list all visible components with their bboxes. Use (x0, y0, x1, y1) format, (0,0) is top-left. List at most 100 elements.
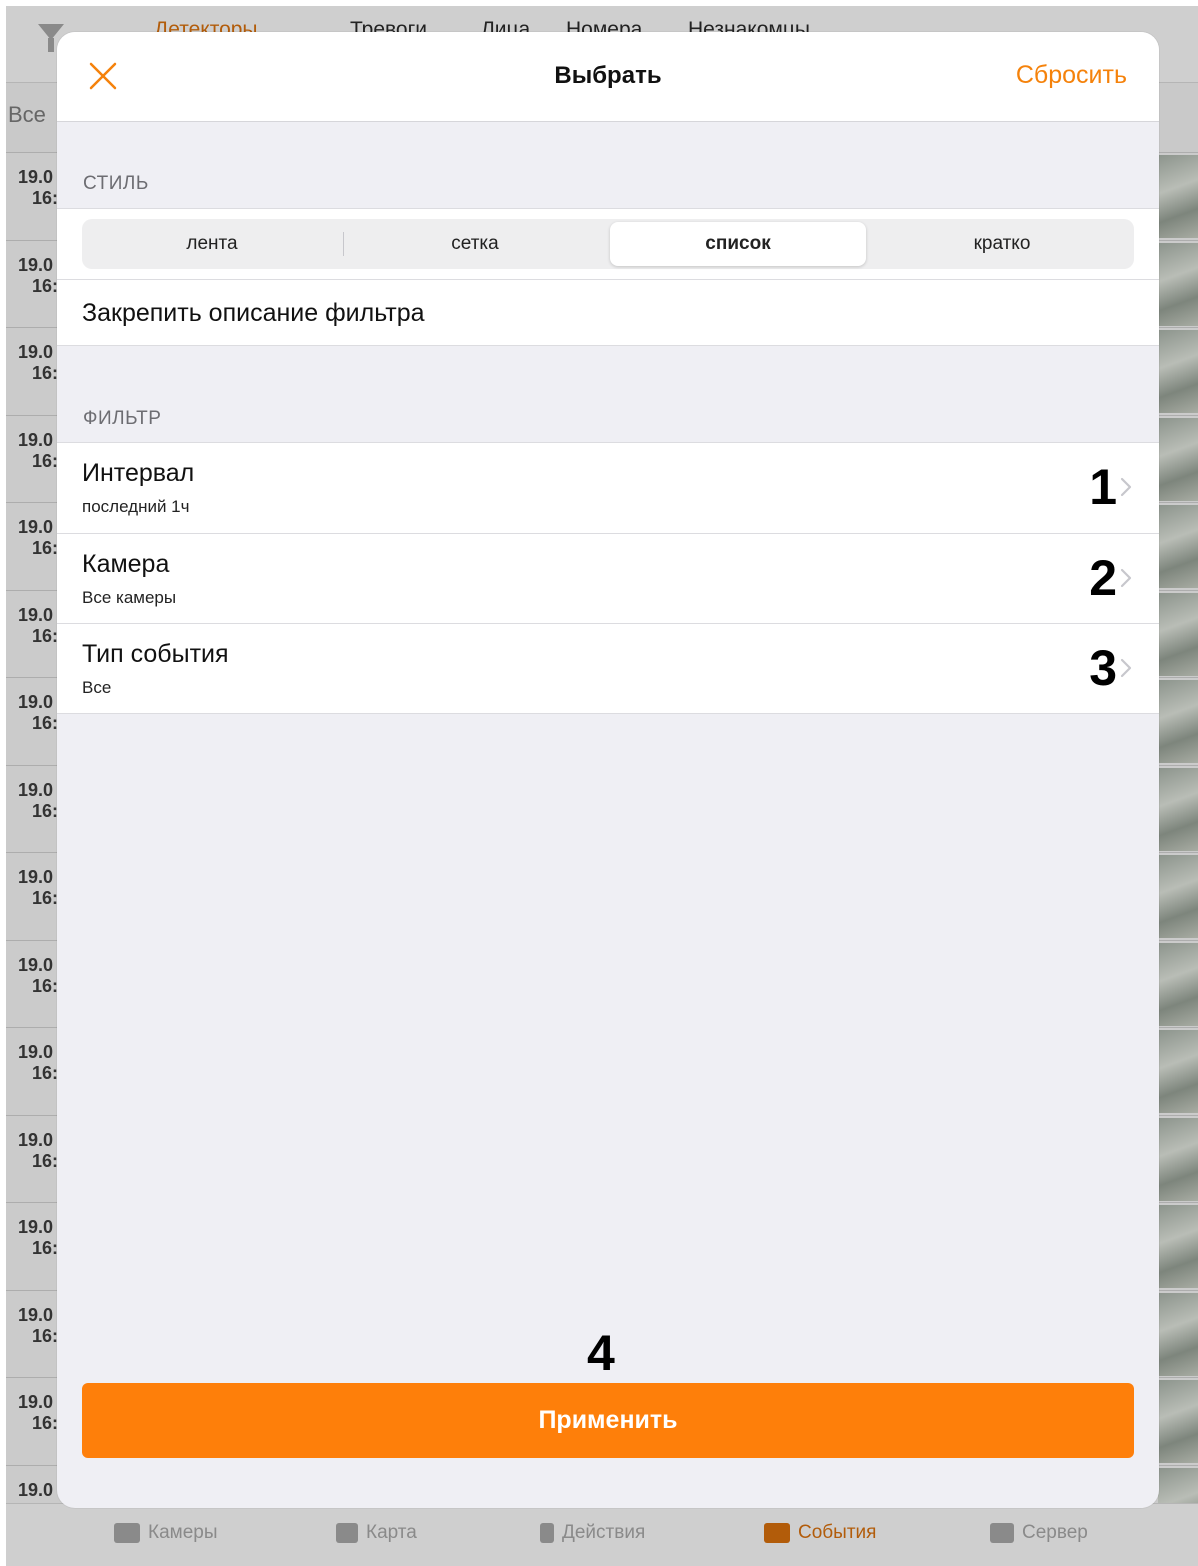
bg-tabbar-actions: Действия (540, 1522, 645, 1544)
bg-event-datetime: 19.016: (18, 867, 58, 909)
bg-event-time: 16: (32, 1238, 59, 1258)
bg-tabbar-map: Карта (336, 1522, 417, 1544)
bg-event-date: 19.0 (18, 1304, 54, 1325)
filter-row-interval[interactable]: Интервал последний 1ч 1 (57, 443, 1159, 533)
bg-event-time: 16: (32, 188, 59, 208)
style-option-brief[interactable]: кратко (874, 222, 1130, 266)
bg-event-datetime: 19.016: (18, 342, 58, 384)
bg-event-date: 19.0 (18, 954, 54, 975)
bg-event-time: 16: (32, 1325, 59, 1346)
bg-event-thumbnail (1158, 680, 1198, 763)
camera-icon (114, 1523, 140, 1543)
bg-event-datetime: 19.016: (18, 1305, 58, 1347)
bg-event-date: 19.0 (18, 342, 54, 362)
modal-header: Выбрать Сбросить (57, 32, 1159, 122)
bg-event-time: 16: (32, 800, 59, 821)
pin-filter-description-row[interactable]: Закрепить описание фильтра (57, 279, 1159, 346)
bg-event-date: 19.0 (18, 1479, 54, 1500)
modal-title: Выбрать (554, 62, 662, 89)
bg-tabbar-label: События (798, 1522, 877, 1543)
bg-event-thumbnail (1158, 155, 1198, 238)
chevron-right-icon (1120, 568, 1132, 588)
bg-event-thumbnail (1158, 592, 1198, 676)
bg-event-datetime: 19.016: (18, 780, 58, 822)
bg-event-thumbnail (1158, 330, 1198, 413)
annotation-marker: 2 (1089, 550, 1117, 606)
reset-button[interactable]: Сбросить (1016, 61, 1127, 90)
bg-event-date: 19.0 (18, 429, 54, 450)
bg-event-time: 16: (32, 1413, 59, 1433)
annotation-marker: 1 (1089, 459, 1117, 515)
bg-event-thumbnail (1158, 1205, 1198, 1288)
bg-event-date: 19.0 (18, 779, 54, 800)
bg-event-datetime: 19.016: (18, 430, 58, 472)
bg-event-thumbnail (1158, 942, 1198, 1026)
bg-event-datetime: 19.016: (18, 1130, 58, 1172)
filter-row-title: Камера (82, 550, 170, 578)
bolt-icon (540, 1523, 554, 1543)
segment-divider (343, 232, 344, 256)
style-section-label: СТИЛЬ (83, 173, 149, 194)
bg-event-date: 19.0 (18, 604, 54, 625)
bg-event-time: 16: (32, 713, 59, 733)
bg-event-time: 16: (32, 538, 59, 558)
bg-event-date: 19.0 (18, 1392, 54, 1412)
filter-row-event-type[interactable]: Тип события Все 3 (57, 623, 1159, 714)
bg-event-datetime: 19.016: (18, 167, 58, 209)
bg-event-datetime: 19.016: (18, 692, 58, 734)
bg-event-time: 16: (32, 1150, 59, 1171)
bg-event-time: 16: (32, 888, 59, 908)
bg-event-thumbnail (1158, 1292, 1198, 1376)
bg-event-thumbnail (1158, 242, 1198, 326)
filter-row-value: Все камеры (82, 588, 177, 607)
map-icon (336, 1523, 358, 1543)
bg-event-datetime: 19.016: (18, 955, 58, 997)
bg-tabbar-events: События (764, 1522, 876, 1544)
chevron-right-icon (1120, 658, 1132, 678)
bg-event-datetime: 19.016: (18, 1217, 58, 1259)
bg-tabbar-label: Камеры (148, 1522, 218, 1543)
pin-filter-description-label: Закрепить описание фильтра (82, 299, 425, 327)
filter-row-camera[interactable]: Камера Все камеры 2 (57, 533, 1159, 624)
bg-event-thumbnail (1158, 855, 1198, 938)
style-option-list[interactable]: список (610, 222, 866, 266)
bg-event-thumbnail (1158, 767, 1198, 851)
bg-event-datetime: 19.016: (18, 255, 58, 297)
filter-row-title: Интервал (82, 459, 195, 487)
style-option-feed[interactable]: лента (84, 222, 340, 266)
chevron-right-icon (1120, 477, 1132, 497)
bg-event-thumbnail (1158, 1380, 1198, 1463)
bg-event-time: 16: (32, 275, 59, 296)
style-section: лента сетка список кратко Закрепить опис… (57, 208, 1159, 346)
filter-row-value: последний 1ч (82, 497, 190, 516)
bg-event-datetime: 19.016: (18, 605, 58, 647)
filter-row-value: Все (82, 678, 112, 697)
bg-tabbar: Камеры Карта Действия События Сервер (6, 1503, 1198, 1566)
apply-button[interactable]: Применить (82, 1383, 1134, 1458)
bg-event-date: 19.0 (18, 867, 54, 887)
bg-event-time: 16: (32, 363, 59, 383)
style-option-grid[interactable]: сетка (347, 222, 603, 266)
bg-event-date: 19.0 (18, 517, 54, 537)
filter-section-label: ФИЛЬТР (83, 408, 162, 429)
bg-all-label: Все (8, 102, 46, 127)
bg-tabbar-label: Сервер (1022, 1522, 1088, 1543)
bg-event-date: 19.0 (18, 692, 54, 712)
bg-tabbar-server: Сервер (990, 1522, 1088, 1544)
bg-event-thumbnail (1158, 1030, 1198, 1113)
home-icon (990, 1523, 1014, 1543)
bg-event-date: 19.0 (18, 1129, 54, 1150)
bg-event-time: 16: (32, 975, 59, 996)
bg-event-datetime: 19.016: (18, 1392, 58, 1434)
bg-tabbar-label: Действия (562, 1522, 646, 1543)
bg-event-datetime: 19.016: (18, 1042, 58, 1084)
bg-event-time: 16: (32, 625, 59, 646)
bg-event-date: 19.0 (18, 1042, 54, 1062)
annotation-marker: 3 (1089, 640, 1117, 696)
bg-event-thumbnail (1158, 417, 1198, 501)
events-icon (764, 1523, 790, 1543)
bg-event-thumbnail (1158, 505, 1198, 588)
bg-event-date: 19.0 (18, 167, 54, 187)
bg-event-datetime: 19.016: (18, 517, 58, 559)
bg-event-date: 19.0 (18, 254, 54, 275)
